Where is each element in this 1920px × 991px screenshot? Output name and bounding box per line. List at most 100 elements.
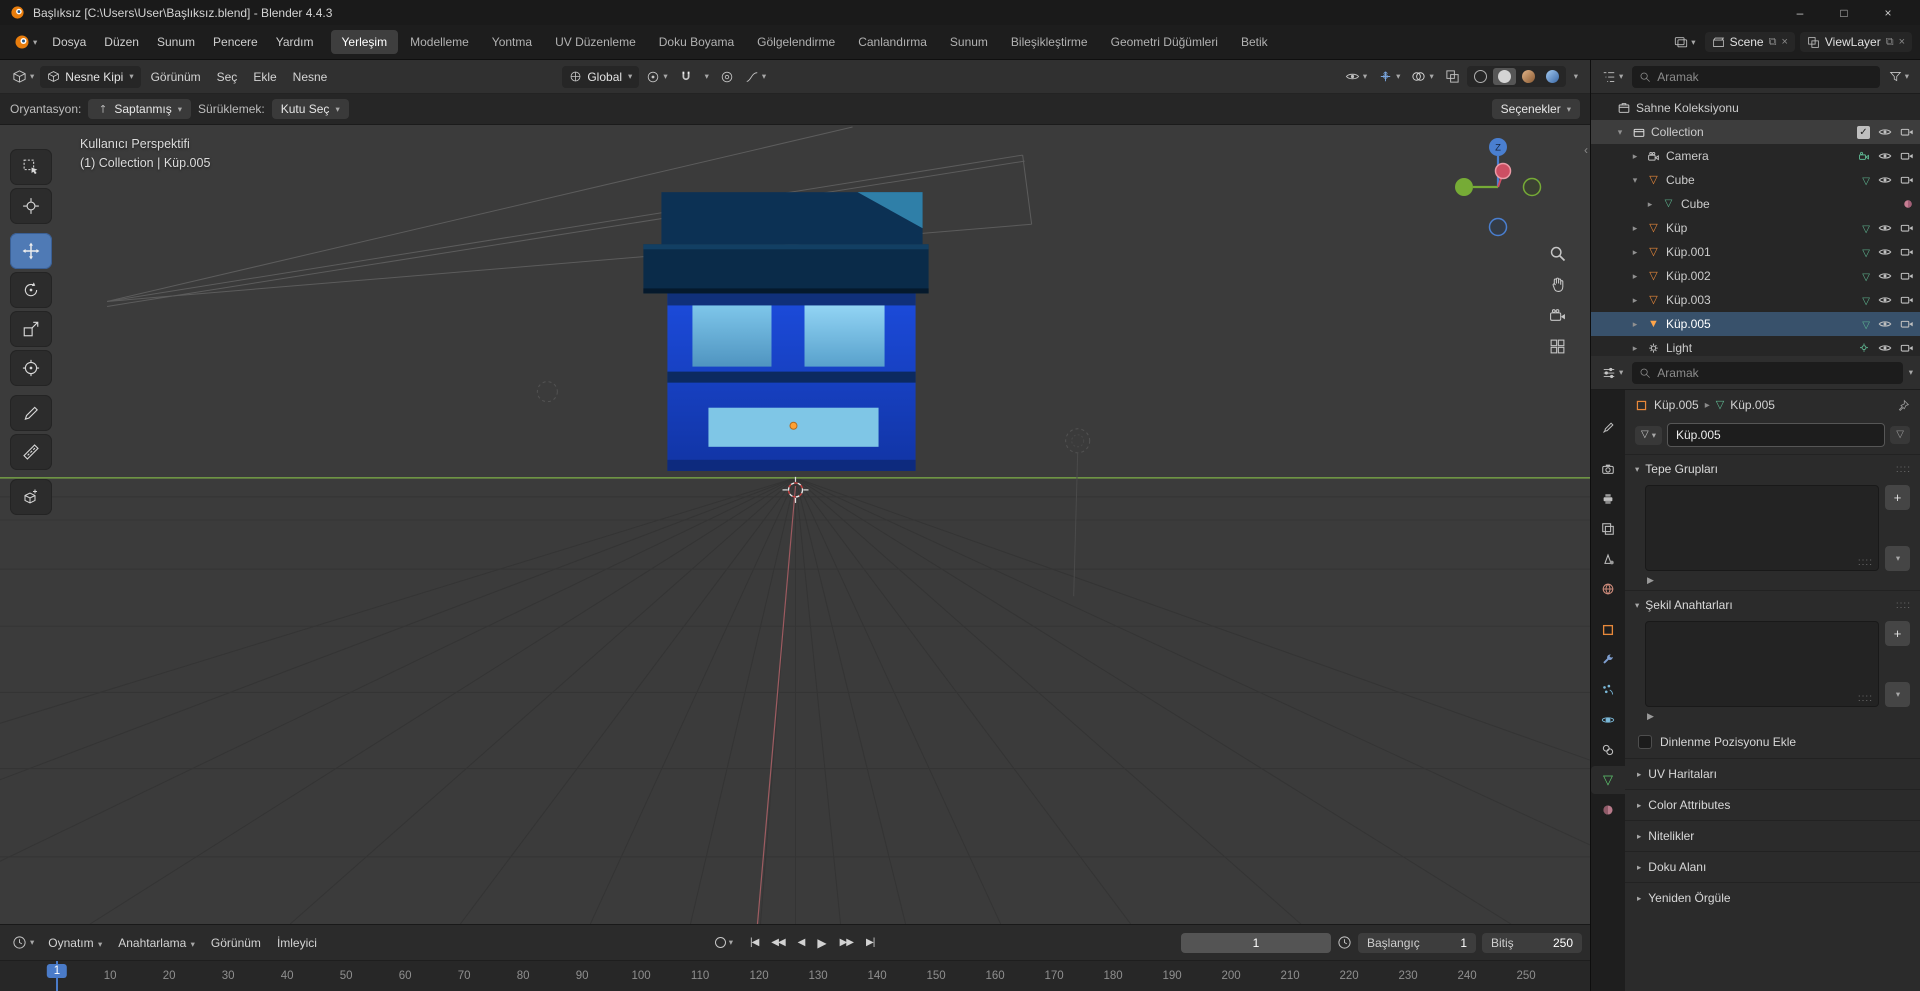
timeline-editor-type-button[interactable]: ▾ xyxy=(8,932,38,953)
blender-menu-icon[interactable]: ▾ xyxy=(8,34,43,50)
panel-header-uv-haritalar[interactable]: ▸ UV Haritaları xyxy=(1625,758,1920,789)
workspace-tab-bile-ikle-tirme[interactable]: Bileşikleştirme xyxy=(1000,30,1099,54)
shape-keys-list[interactable]: :::: xyxy=(1645,621,1879,707)
properties-tab-world[interactable] xyxy=(1593,575,1623,603)
fake-user-button[interactable]: ▽ xyxy=(1890,426,1910,444)
breadcrumb-object[interactable]: Küp.005 xyxy=(1654,398,1699,412)
list-resize-grip[interactable]: :::: xyxy=(1858,557,1873,568)
viewlayer-remove-icon[interactable]: × xyxy=(1899,36,1905,48)
outliner-row-collection[interactable]: ▾ Collection ✓ xyxy=(1591,120,1920,144)
outliner-row-k-p[interactable]: ▸ ▽ Küp ▽ xyxy=(1591,216,1920,240)
proportional-editing-icon[interactable] xyxy=(716,67,738,87)
panel-header-yeniden-rg-le[interactable]: ▸ Yeniden Örgüle xyxy=(1625,882,1920,913)
properties-search-input[interactable]: Aramak xyxy=(1632,361,1903,384)
vertex-groups-list[interactable]: :::: xyxy=(1645,485,1879,571)
viewport-3d[interactable]: Kullanıcı Perspektifi (1) Collection | K… xyxy=(0,125,1590,924)
empty-object-left[interactable] xyxy=(536,381,558,403)
gizmo-neg-z-axis[interactable] xyxy=(1488,217,1508,237)
shading-solid-button[interactable] xyxy=(1492,68,1516,85)
minimize-button[interactable]: – xyxy=(1778,0,1822,25)
orientation-setting-dropdown[interactable]: Saptanmış ▾ xyxy=(88,99,192,119)
properties-tab-render[interactable] xyxy=(1593,455,1623,483)
eye-visibility-icon[interactable] xyxy=(1878,245,1892,259)
frame-end-field[interactable]: Bitiş 250 xyxy=(1482,932,1582,953)
expand-arrow-icon[interactable]: ▸ xyxy=(1629,223,1641,234)
prev-keyframe-button[interactable]: ◀◀ xyxy=(766,934,789,951)
expand-arrow-icon[interactable]: ▸ xyxy=(1629,343,1641,354)
exclude-checkbox[interactable]: ✓ xyxy=(1857,125,1870,139)
workspace-tab-canland-rma[interactable]: Canlandırma xyxy=(847,30,938,54)
viewport-menu-g-r-n-m[interactable]: Görünüm xyxy=(143,66,209,88)
outliner-filter-button[interactable]: ▾ xyxy=(1885,67,1913,86)
xray-toggle[interactable] xyxy=(1441,66,1464,87)
properties-options-dropdown[interactable]: ▾ xyxy=(1909,367,1913,378)
outliner-row-sahne-koleksiyonu[interactable]: Sahne Koleksiyonu xyxy=(1591,96,1920,120)
maximize-button[interactable]: □ xyxy=(1822,0,1866,25)
snap-settings-button[interactable]: ▾ xyxy=(700,68,713,85)
tool-select-box-button[interactable] xyxy=(10,149,52,185)
shading-wireframe-button[interactable] xyxy=(1469,68,1492,85)
panel-header-doku-alan[interactable]: ▸ Doku Alanı xyxy=(1625,851,1920,882)
eye-visibility-icon[interactable] xyxy=(1878,149,1892,163)
outliner-row-cube[interactable]: ▾ ▽ Cube ▽ xyxy=(1591,168,1920,192)
gizmo-x-axis[interactable] xyxy=(1494,162,1512,180)
workspace-tab-modelleme[interactable]: Modelleme xyxy=(399,30,480,54)
ortho-grid-icon[interactable] xyxy=(1549,338,1566,355)
region-collapse-arrow[interactable]: ‹ xyxy=(1584,143,1588,157)
workspace-tab-sunum[interactable]: Sunum xyxy=(939,30,999,54)
panel-header-color-attributes[interactable]: ▸ Color Attributes xyxy=(1625,789,1920,820)
viewport-3d-scene[interactable] xyxy=(0,125,1590,924)
eye-visibility-icon[interactable] xyxy=(1878,341,1892,355)
eye-visibility-icon[interactable] xyxy=(1878,317,1892,331)
viewlayer-new-icon[interactable]: ⧉ xyxy=(1886,36,1894,49)
workspace-tab-doku-boyama[interactable]: Doku Boyama xyxy=(648,30,745,54)
mesh-object-kup005[interactable] xyxy=(643,192,929,471)
properties-editor-type-button[interactable]: ▾ xyxy=(1598,363,1627,383)
expand-arrow-icon[interactable]: ▾ xyxy=(1629,175,1641,186)
properties-tab-object[interactable] xyxy=(1593,616,1623,644)
navigation-gizmo[interactable]: Z xyxy=(1450,131,1546,243)
viewport-menu-se[interactable]: Seç xyxy=(209,66,246,88)
eye-visibility-icon[interactable] xyxy=(1878,125,1892,139)
options-dropdown[interactable]: Seçenekler ▾ xyxy=(1491,99,1580,119)
close-button[interactable]: × xyxy=(1866,0,1910,25)
gizmo-y-axis[interactable] xyxy=(1455,178,1473,196)
render-visibility-camera-icon[interactable] xyxy=(1900,125,1914,139)
viewport-menu-ekle[interactable]: Ekle xyxy=(245,66,284,88)
eye-right-cube[interactable] xyxy=(804,305,885,367)
outliner-row-k-p-002[interactable]: ▸ ▽ Küp.002 ▽ xyxy=(1591,264,1920,288)
orientation-dropdown[interactable]: Global ▾ xyxy=(562,65,640,88)
tool-measure-button[interactable] xyxy=(10,434,52,470)
outliner-row-k-p-005[interactable]: ▸ ▼ Küp.005 ▽ xyxy=(1591,312,1920,336)
render-visibility-camera-icon[interactable] xyxy=(1900,269,1914,283)
tool-rotate-button[interactable] xyxy=(10,272,52,308)
eye-visibility-icon[interactable] xyxy=(1878,269,1892,283)
pan-hand-icon[interactable] xyxy=(1549,276,1566,293)
shape-key-specials-button[interactable]: ▾ xyxy=(1885,682,1910,707)
pin-icon[interactable] xyxy=(1897,399,1910,412)
play-reverse-button[interactable]: ◀ xyxy=(793,934,810,951)
object-visibility-dropdown[interactable]: ▾ xyxy=(1341,66,1371,87)
viewport-menu-nesne[interactable]: Nesne xyxy=(285,66,336,88)
vertex-group-specials-button[interactable]: ▾ xyxy=(1885,546,1910,571)
tool-move-button[interactable] xyxy=(10,233,52,269)
jump-start-button[interactable]: |◀ xyxy=(745,934,763,951)
panel-grip-icon[interactable]: :::: xyxy=(1896,600,1911,611)
menu-dosya[interactable]: Dosya xyxy=(43,31,95,53)
gizmo-neg-y-axis[interactable] xyxy=(1522,177,1542,197)
scene-new-icon[interactable]: ⧉ xyxy=(1769,36,1777,49)
pivot-point-button[interactable]: ▾ xyxy=(642,67,671,87)
shading-rendered-button[interactable] xyxy=(1541,68,1564,85)
play-button[interactable]: ▶ xyxy=(812,933,831,953)
properties-tab-material[interactable] xyxy=(1593,796,1623,824)
panel-grip-icon[interactable]: :::: xyxy=(1896,464,1911,475)
scene-selector[interactable]: Scene ⧉ × xyxy=(1704,32,1795,52)
vertex-groups-panel-header[interactable]: ▾ Tepe Grupları :::: xyxy=(1625,454,1920,483)
browse-scene-button[interactable]: ▾ xyxy=(1670,32,1699,52)
show-overlays-toggle[interactable]: ▾ xyxy=(1407,66,1437,87)
properties-tab-physics[interactable] xyxy=(1593,706,1623,734)
eye-visibility-icon[interactable] xyxy=(1878,293,1892,307)
eye-visibility-icon[interactable] xyxy=(1878,173,1892,187)
properties-tab-data[interactable]: ▽ xyxy=(1591,766,1625,794)
shading-material-button[interactable] xyxy=(1517,68,1540,85)
